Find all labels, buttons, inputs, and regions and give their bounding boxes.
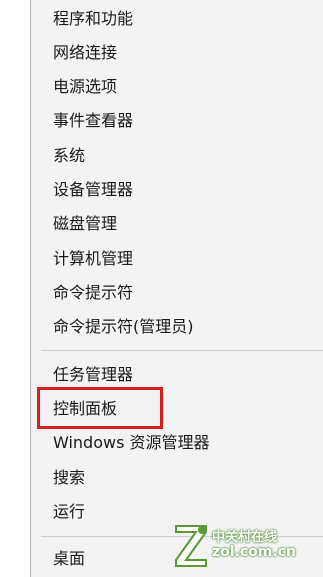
screenshot-page: 程序和功能 网络连接 电源选项 事件查看器 系统 设备管理器 磁盘管理 计算机管…: [0, 0, 323, 577]
menu-item-power-options[interactable]: 电源选项: [53, 76, 117, 98]
menu-separator: [41, 350, 323, 351]
menu-item-computer-management[interactable]: 计算机管理: [53, 248, 133, 270]
menu-item-search[interactable]: 搜索: [53, 467, 85, 489]
zol-watermark: 中关村在线 zol.com.cn: [172, 520, 317, 570]
power-user-context-menu: 程序和功能 网络连接 电源选项 事件查看器 系统 设备管理器 磁盘管理 计算机管…: [30, 0, 323, 577]
menu-item-event-viewer[interactable]: 事件查看器: [53, 110, 133, 132]
menu-item-system[interactable]: 系统: [53, 145, 85, 167]
menu-item-device-manager[interactable]: 设备管理器: [53, 179, 133, 201]
menu-item-task-manager[interactable]: 任务管理器: [53, 364, 133, 386]
menu-item-run[interactable]: 运行: [53, 501, 85, 523]
control-panel-highlight-box: [37, 387, 163, 429]
menu-item-disk-management[interactable]: 磁盘管理: [53, 213, 117, 235]
menu-item-desktop[interactable]: 桌面: [53, 548, 85, 570]
zol-logo-icon: [175, 525, 207, 567]
menu-item-programs-and-features[interactable]: 程序和功能: [53, 8, 133, 30]
watermark-domain-text: zol.com.cn: [212, 544, 296, 560]
watermark-chinese-text: 中关村在线: [212, 530, 278, 545]
menu-item-command-prompt-admin[interactable]: 命令提示符(管理员): [53, 316, 194, 338]
menu-item-windows-explorer[interactable]: Windows 资源管理器: [53, 432, 210, 454]
menu-item-network-connections[interactable]: 网络连接: [53, 42, 117, 64]
menu-item-command-prompt[interactable]: 命令提示符: [53, 282, 133, 304]
